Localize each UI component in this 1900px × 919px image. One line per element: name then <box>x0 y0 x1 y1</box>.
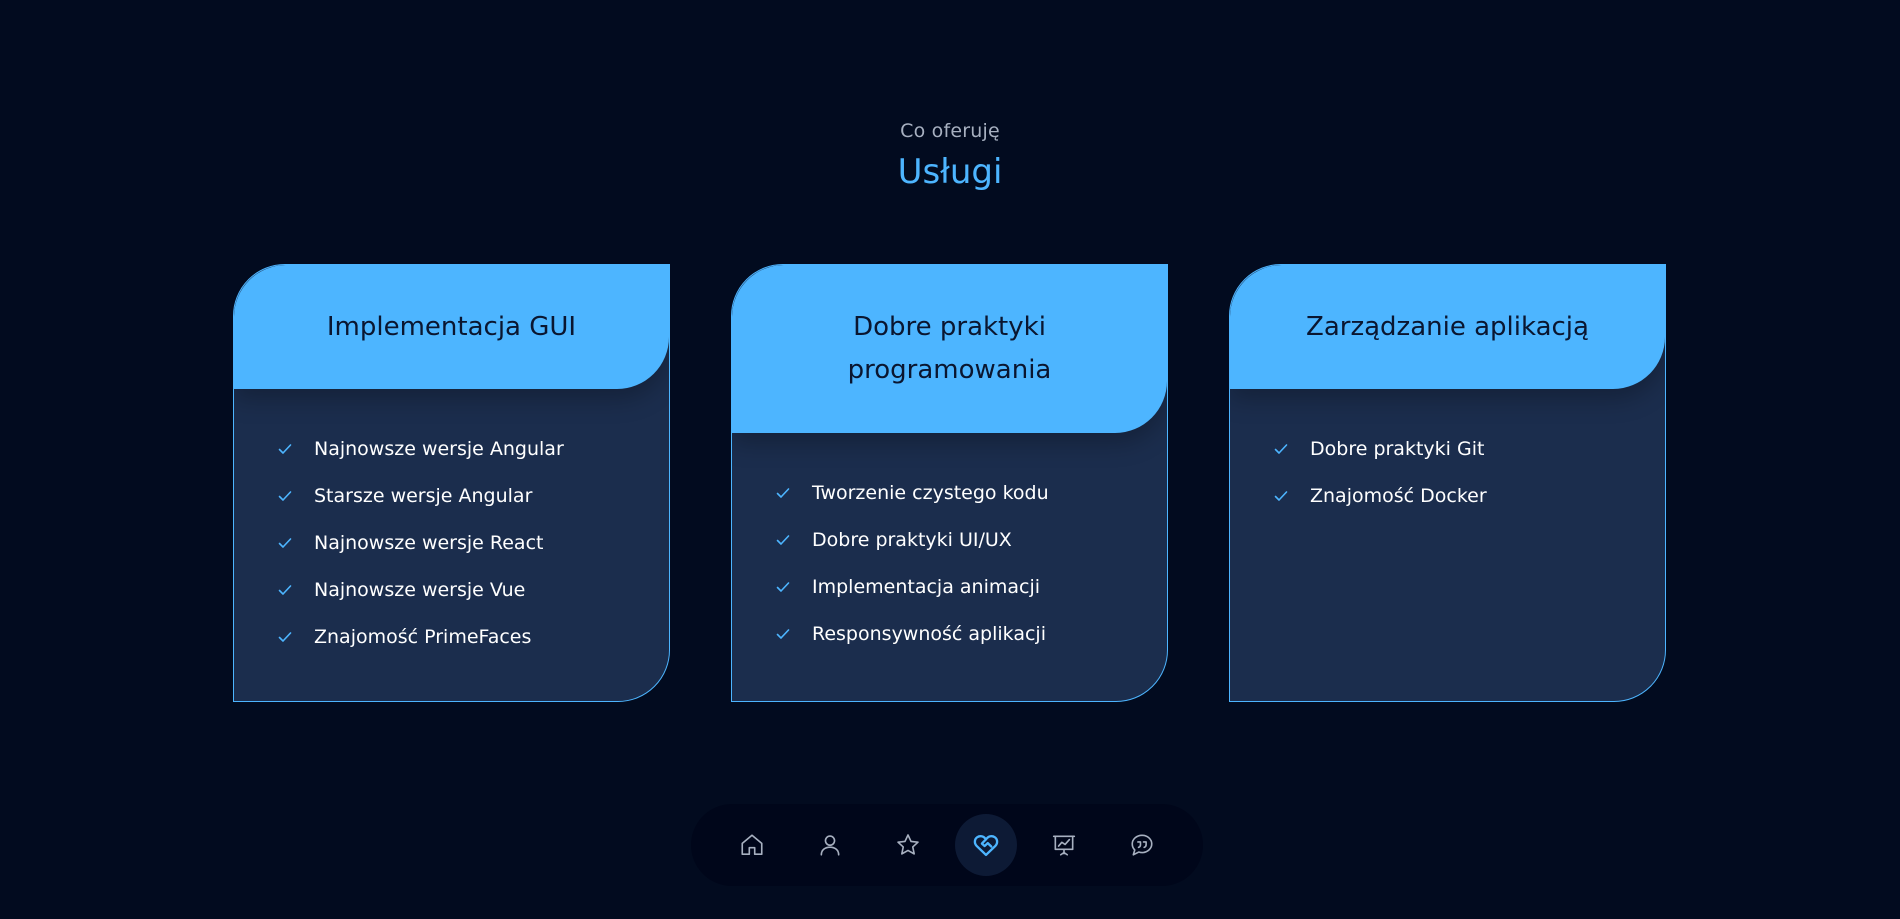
list-item: Najnowsze wersje React <box>278 519 669 566</box>
check-icon <box>278 630 292 644</box>
list-item-label: Tworzenie czystego kodu <box>812 481 1049 504</box>
nav-home-button[interactable] <box>721 814 783 876</box>
card-feature-list: Najnowsze wersje Angular Starsze wersje … <box>234 389 669 660</box>
bottom-nav-dock <box>691 804 1203 886</box>
card-header: Zarządzanie aplikacją <box>1230 265 1665 389</box>
nav-testimonials-button[interactable] <box>1111 814 1173 876</box>
list-item: Znajomość Docker <box>1274 472 1665 519</box>
list-item: Najnowsze wersje Vue <box>278 566 669 613</box>
card-feature-list: Tworzenie czystego kodu Dobre praktyki U… <box>732 433 1167 657</box>
list-item: Znajomość PrimeFaces <box>278 613 669 660</box>
check-icon <box>776 580 790 594</box>
check-icon <box>1274 442 1288 456</box>
list-item-label: Najnowsze wersje Angular <box>314 437 564 460</box>
list-item: Najnowsze wersje Angular <box>278 425 669 472</box>
check-icon <box>776 533 790 547</box>
star-icon <box>895 832 921 858</box>
service-card-management: Zarządzanie aplikacją Dobre praktyki Git… <box>1229 264 1666 702</box>
chat-quote-icon <box>1129 832 1155 858</box>
check-icon <box>1274 489 1288 503</box>
section-title: Usługi <box>897 152 1003 192</box>
list-item-label: Starsze wersje Angular <box>314 484 533 507</box>
list-item-label: Responsywność aplikacji <box>812 622 1046 645</box>
list-item: Dobre praktyki UI/UX <box>776 516 1167 563</box>
nav-about-button[interactable] <box>799 814 861 876</box>
nav-skills-button[interactable] <box>877 814 939 876</box>
service-card-gui: Implementacja GUI Najnowsze wersje Angul… <box>233 264 670 702</box>
list-item-label: Dobre praktyki Git <box>1310 437 1485 460</box>
list-item-label: Implementacja animacji <box>812 575 1040 598</box>
list-item: Starsze wersje Angular <box>278 472 669 519</box>
list-item: Implementacja animacji <box>776 563 1167 610</box>
list-item-label: Znajomość Docker <box>1310 484 1487 507</box>
list-item: Responsywność aplikacji <box>776 610 1167 657</box>
services-cards: Implementacja GUI Najnowsze wersje Angul… <box>233 264 1666 702</box>
check-icon <box>278 583 292 597</box>
check-icon <box>278 536 292 550</box>
card-header: Implementacja GUI <box>234 265 669 389</box>
list-item: Dobre praktyki Git <box>1274 425 1665 472</box>
list-item-label: Najnowsze wersje React <box>314 531 544 554</box>
list-item-label: Dobre praktyki UI/UX <box>812 528 1012 551</box>
nav-services-button[interactable] <box>955 814 1017 876</box>
nav-portfolio-button[interactable] <box>1033 814 1095 876</box>
user-icon <box>817 832 843 858</box>
card-title: Zarządzanie aplikacją <box>1306 311 1589 342</box>
home-icon <box>739 832 765 858</box>
presentation-chart-icon <box>1051 832 1077 858</box>
list-item-label: Najnowsze wersje Vue <box>314 578 526 601</box>
section-subtitle: Co oferuję <box>900 120 1000 142</box>
service-card-practices: Dobre praktyki programowania Tworzenie c… <box>731 264 1168 702</box>
check-icon <box>278 442 292 456</box>
card-header: Dobre praktyki programowania <box>732 265 1167 433</box>
list-item-label: Znajomość PrimeFaces <box>314 625 532 648</box>
check-icon <box>776 486 790 500</box>
check-icon <box>776 627 790 641</box>
check-icon <box>278 489 292 503</box>
list-item: Tworzenie czystego kodu <box>776 469 1167 516</box>
card-title: Dobre praktyki programowania <box>847 312 1052 385</box>
card-title: Implementacja GUI <box>326 311 577 342</box>
heart-handshake-icon <box>972 831 1000 859</box>
card-feature-list: Dobre praktyki Git Znajomość Docker <box>1230 389 1665 519</box>
